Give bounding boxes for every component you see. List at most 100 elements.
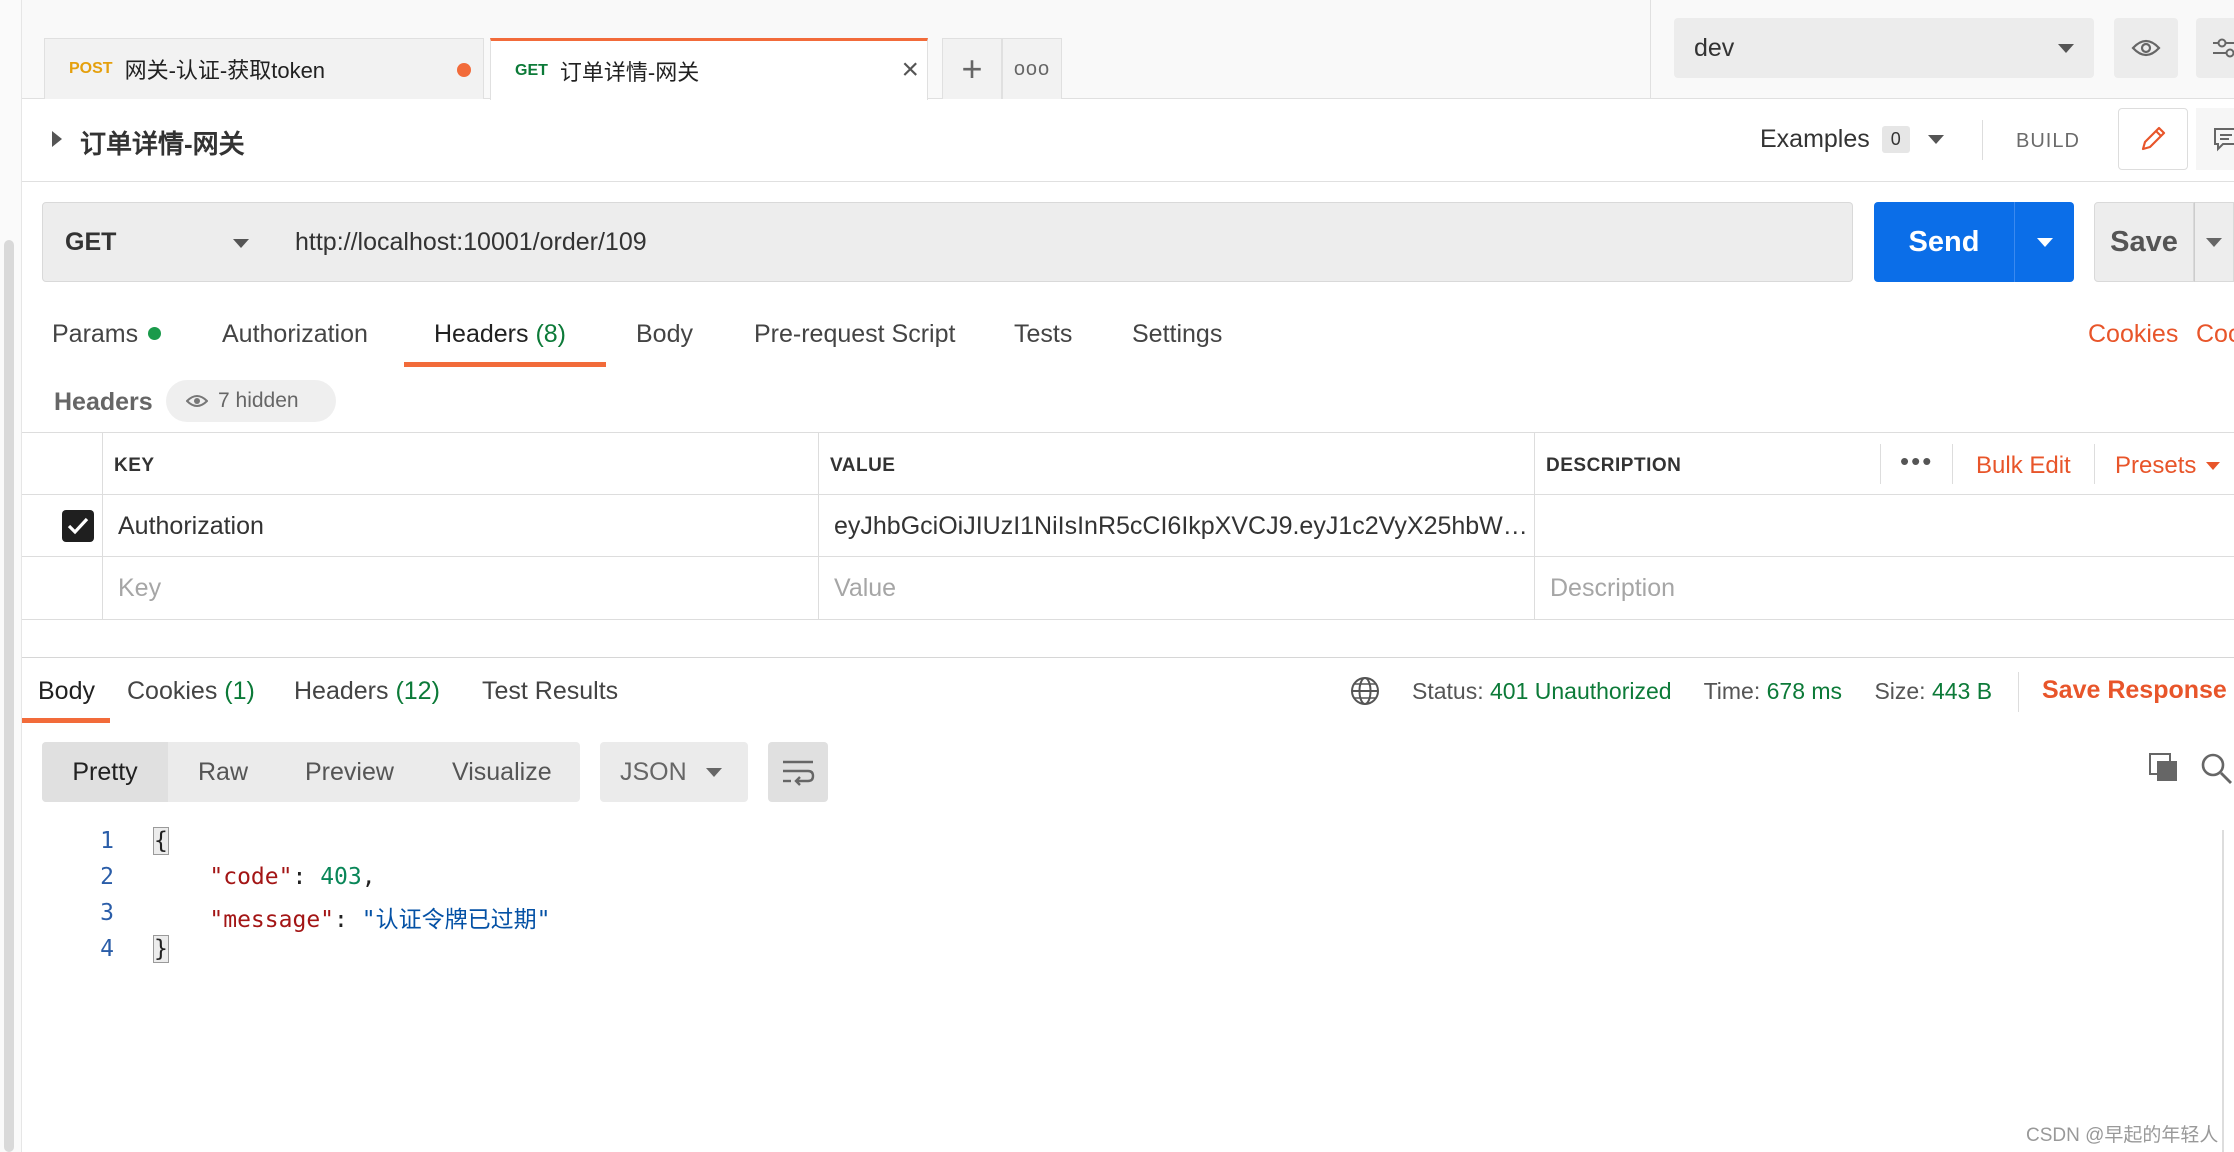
code-line: } xyxy=(153,935,169,963)
divider xyxy=(1650,0,1651,99)
new-header-description-input[interactable]: Description xyxy=(1550,574,1675,603)
save-options-button[interactable] xyxy=(2194,202,2234,282)
new-header-key-input[interactable]: Key xyxy=(118,574,161,603)
active-tab-underline xyxy=(22,718,110,723)
json-number-value: 403 xyxy=(320,864,362,890)
json-open-brace: { xyxy=(153,827,169,855)
line-number: 1 xyxy=(100,828,114,854)
tab-pre-request-script[interactable]: Pre-request Script xyxy=(754,320,955,349)
edit-button[interactable] xyxy=(2118,108,2188,170)
method-select[interactable]: GET xyxy=(42,202,274,282)
tab-body[interactable]: Body xyxy=(636,320,693,349)
presets-dropdown[interactable]: Presets xyxy=(2115,452,2221,480)
url-input[interactable]: http://localhost:10001/order/109 xyxy=(273,202,1853,282)
more-tabs-button[interactable]: ooo xyxy=(1002,38,1062,99)
presets-label: Presets xyxy=(2115,452,2197,479)
header-value-cell[interactable]: eyJhbGciOiJIUzI1NiIsInR5cCI6IkpXVCJ9.eyJ… xyxy=(834,512,1534,541)
line-number: 4 xyxy=(100,936,114,962)
cookies-link[interactable]: Cookies xyxy=(2088,320,2178,349)
view-visualize-button[interactable]: Visualize xyxy=(452,742,552,802)
copy-icon[interactable] xyxy=(2148,752,2180,784)
divider xyxy=(2018,672,2019,712)
format-select[interactable]: JSON xyxy=(600,742,748,802)
tab-post-auth-token[interactable]: POST 网关-认证-获取token xyxy=(44,38,484,99)
tab-method-label: POST xyxy=(69,60,113,77)
environment-quick-look-button[interactable] xyxy=(2114,18,2178,78)
table-options-button[interactable]: ••• xyxy=(1900,446,1933,477)
comments-button[interactable] xyxy=(2196,108,2234,170)
new-tab-button[interactable]: + xyxy=(942,38,1002,99)
status-value[interactable]: 401 Unauthorized xyxy=(1490,678,1672,704)
tab-tests[interactable]: Tests xyxy=(1014,320,1072,349)
table-row-divider xyxy=(22,556,2234,557)
time-label: Time: xyxy=(1703,678,1761,704)
column-header-value: VALUE xyxy=(830,455,896,476)
active-tab-underline xyxy=(404,362,606,367)
new-header-value-input[interactable]: Value xyxy=(834,574,896,603)
checkmark-icon xyxy=(67,517,89,535)
divider xyxy=(2094,444,2095,484)
header-key-cell[interactable]: Authorization xyxy=(118,512,264,541)
json-string-value: "认证令牌已过期" xyxy=(361,907,551,933)
left-scrollbar-thumb[interactable] xyxy=(4,240,14,1152)
manage-environments-button[interactable] xyxy=(2196,18,2234,78)
view-pretty-button[interactable]: Pretty xyxy=(42,742,168,802)
view-raw-button[interactable]: Raw xyxy=(198,742,248,802)
json-key: "message" xyxy=(209,907,335,933)
size-value[interactable]: 443 B xyxy=(1932,678,1992,704)
request-response-divider[interactable] xyxy=(22,657,2234,658)
response-tab-body[interactable]: Body xyxy=(38,677,95,706)
wrap-lines-icon xyxy=(783,760,815,786)
response-meta: Status: 401 Unauthorized Time: 678 ms Si… xyxy=(1412,678,1992,705)
chevron-down-icon xyxy=(2206,237,2222,247)
tab-authorization[interactable]: Authorization xyxy=(222,320,368,349)
build-mode-label[interactable]: BUILD xyxy=(2016,130,2080,153)
response-tab-cookies-label: Cookies xyxy=(127,677,218,705)
editor-scroll-track xyxy=(2222,830,2224,1152)
globe-icon[interactable] xyxy=(1350,676,1380,706)
time-value[interactable]: 678 ms xyxy=(1767,678,1842,704)
caret-right-icon[interactable] xyxy=(52,131,62,147)
table-column-divider xyxy=(1534,432,1535,620)
chevron-down-icon xyxy=(706,768,722,777)
tab-title: 订单详情-网关 xyxy=(559,59,700,85)
save-button[interactable]: Save xyxy=(2094,202,2194,282)
divider xyxy=(1880,444,1881,484)
response-tab-headers[interactable]: Headers (12) xyxy=(294,677,440,706)
environment-value: dev xyxy=(1694,33,1735,62)
examples-count-badge: 0 xyxy=(1881,126,1910,153)
line-number: 2 xyxy=(100,864,114,890)
save-response-button[interactable]: Save Response xyxy=(2042,676,2227,705)
send-options-button[interactable] xyxy=(2014,202,2074,282)
tab-get-order-detail[interactable]: GET 订单详情-网关 × xyxy=(490,38,928,100)
tab-params[interactable]: Params xyxy=(52,320,162,349)
send-button[interactable]: Send xyxy=(1874,202,2014,282)
unsaved-dot-icon xyxy=(457,63,471,77)
hidden-headers-count: 7 hidden xyxy=(218,389,299,412)
json-key: "code" xyxy=(209,864,293,890)
bulk-edit-button[interactable]: Bulk Edit xyxy=(1976,452,2071,480)
wrap-lines-button[interactable] xyxy=(768,742,828,802)
status-label: Status: xyxy=(1412,678,1484,704)
headers-section-label: Headers xyxy=(54,388,153,416)
search-icon[interactable] xyxy=(2200,752,2234,786)
params-active-dot-icon xyxy=(148,327,162,340)
tab-params-label: Params xyxy=(52,320,139,348)
hidden-headers-toggle[interactable]: 7 hidden xyxy=(166,380,336,422)
method-value: GET xyxy=(65,227,117,256)
response-tab-cookies[interactable]: Cookies (1) xyxy=(127,677,255,706)
response-tab-test-results[interactable]: Test Results xyxy=(482,677,618,706)
line-number: 3 xyxy=(100,900,114,926)
tab-settings[interactable]: Settings xyxy=(1132,320,1222,349)
view-preview-button[interactable]: Preview xyxy=(305,742,394,802)
tab-headers[interactable]: Headers (8) xyxy=(434,320,566,349)
header-enabled-checkbox[interactable] xyxy=(62,510,94,542)
close-icon[interactable]: × xyxy=(901,53,919,87)
request-title[interactable]: 订单详情-网关 xyxy=(80,124,245,161)
examples-dropdown[interactable]: Examples 0 xyxy=(1760,125,1944,154)
chevron-down-icon xyxy=(233,239,249,248)
environment-select[interactable]: dev xyxy=(1674,18,2094,78)
comment-icon xyxy=(2214,128,2234,152)
code-link[interactable]: Coc xyxy=(2196,320,2234,349)
eye-icon xyxy=(186,395,208,407)
